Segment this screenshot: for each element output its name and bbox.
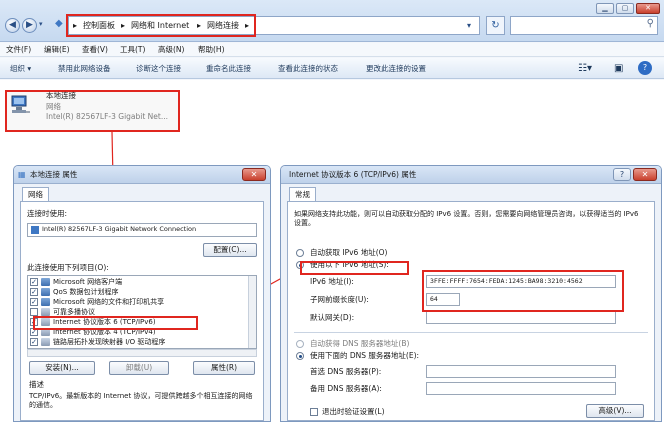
list-horizontal-scrollbar[interactable] [27,349,257,357]
advanced-button[interactable]: 高级(V)... [586,404,644,418]
item-label: 链路层拓扑发现映射器 I/O 驱动程序 [53,338,166,346]
close-button[interactable]: ✕ [242,168,266,181]
ipv6-address-label: IPv6 地址(I): [310,277,354,286]
local-connection-properties-dialog: ▦ 本地连接 属性 ✕ 网络 连接时使用: Intel(R) 82567LF-3… [13,165,271,422]
auto-dns-label[interactable]: 自动获得 DNS 服务器地址(B) [310,339,409,349]
components-list[interactable]: ✓ Microsoft 网络客户端 ✓ QoS 数据包计划程序 ✓ Micros… [27,275,257,349]
configure-button[interactable]: 配置(C)... [203,243,257,257]
item-checkbox[interactable]: ✓ [30,288,38,296]
description-label: 描述 [29,380,44,389]
install-button[interactable]: 安装(N)... [29,361,95,375]
dialog-title-text: 本地连接 属性 [30,170,78,179]
properties-button[interactable]: 属性(R) [193,361,255,375]
close-button[interactable]: ✕ [633,168,657,181]
adapter-field: Intel(R) 82567LF-3 Gigabit Network Conne… [27,223,257,237]
preferred-dns-label: 首选 DNS 服务器(P): [310,367,382,376]
item-checkbox[interactable]: ✓ [30,278,38,286]
tab-general[interactable]: 常规 [289,187,316,201]
adapter-icon [31,226,39,234]
service-icon [41,288,50,296]
default-gateway-input[interactable] [426,311,616,324]
uninstall-button[interactable]: 卸载(U) [109,361,169,375]
item-checkbox[interactable]: ✓ [30,298,38,306]
manual-dns-radio[interactable] [296,352,304,360]
client-icon [41,278,50,286]
item-label: Microsoft 网络的文件和打印机共享 [53,298,165,306]
connect-using-label: 连接时使用: [27,209,68,218]
ipv6-item-highlight [33,316,198,330]
auto-ip-label[interactable]: 自动获取 IPv6 地址(O) [310,248,387,258]
validate-checkbox[interactable] [310,408,318,416]
dialog-title-text: Internet 协议版本 6 (TCP/IPv6) 属性 [289,170,417,179]
tab-network[interactable]: 网络 [22,187,49,201]
item-label: QoS 数据包计划程序 [53,288,119,296]
default-gateway-label: 默认网关(D): [310,313,355,322]
item-checkbox[interactable]: ✓ [30,338,38,346]
dialog-title: Internet 协议版本 6 (TCP/IPv6) 属性 ? ✕ [281,166,661,184]
manual-dns-label[interactable]: 使用下面的 DNS 服务器地址(E): [310,351,419,361]
divider [294,332,648,333]
address-fields-highlight [422,270,624,312]
protocol-icon [41,308,50,316]
adapter-name: Intel(R) 82567LF-3 Gigabit Network Conne… [42,225,197,233]
auto-ip-radio[interactable] [296,249,304,257]
intro-text: 如果网络支持此功能，则可以自动获取分配的 IPv6 设置。否则，您需要向网络管理… [294,210,639,227]
preferred-dns-input[interactable] [426,365,616,378]
manual-ip-highlight [300,261,409,275]
service-icon [41,298,50,306]
help-button[interactable]: ? [613,168,631,181]
protocol-icon [41,338,50,346]
dialog-title: ▦ 本地连接 属性 ✕ [14,166,270,184]
alternate-dns-input[interactable] [426,382,616,395]
validate-label[interactable]: 退出时验证设置(L) [322,407,385,417]
list-scrollbar[interactable] [248,276,256,348]
description-text: TCP/IPv6。最新版本的 Internet 协议，可提供跨越多个相互连接的网… [29,392,253,409]
alternate-dns-label: 备用 DNS 服务器(A): [310,384,382,393]
item-label: Microsoft 网络客户端 [53,278,123,286]
items-label: 此连接使用下列项目(O): [27,263,109,272]
prefix-length-label: 子网前缀长度(U): [310,295,369,304]
item-checkbox[interactable] [30,308,38,316]
network-icon: ▦ [18,170,26,179]
network-tab-panel: 连接时使用: Intel(R) 82567LF-3 Gigabit Networ… [20,201,264,421]
auto-dns-radio[interactable] [296,340,304,348]
